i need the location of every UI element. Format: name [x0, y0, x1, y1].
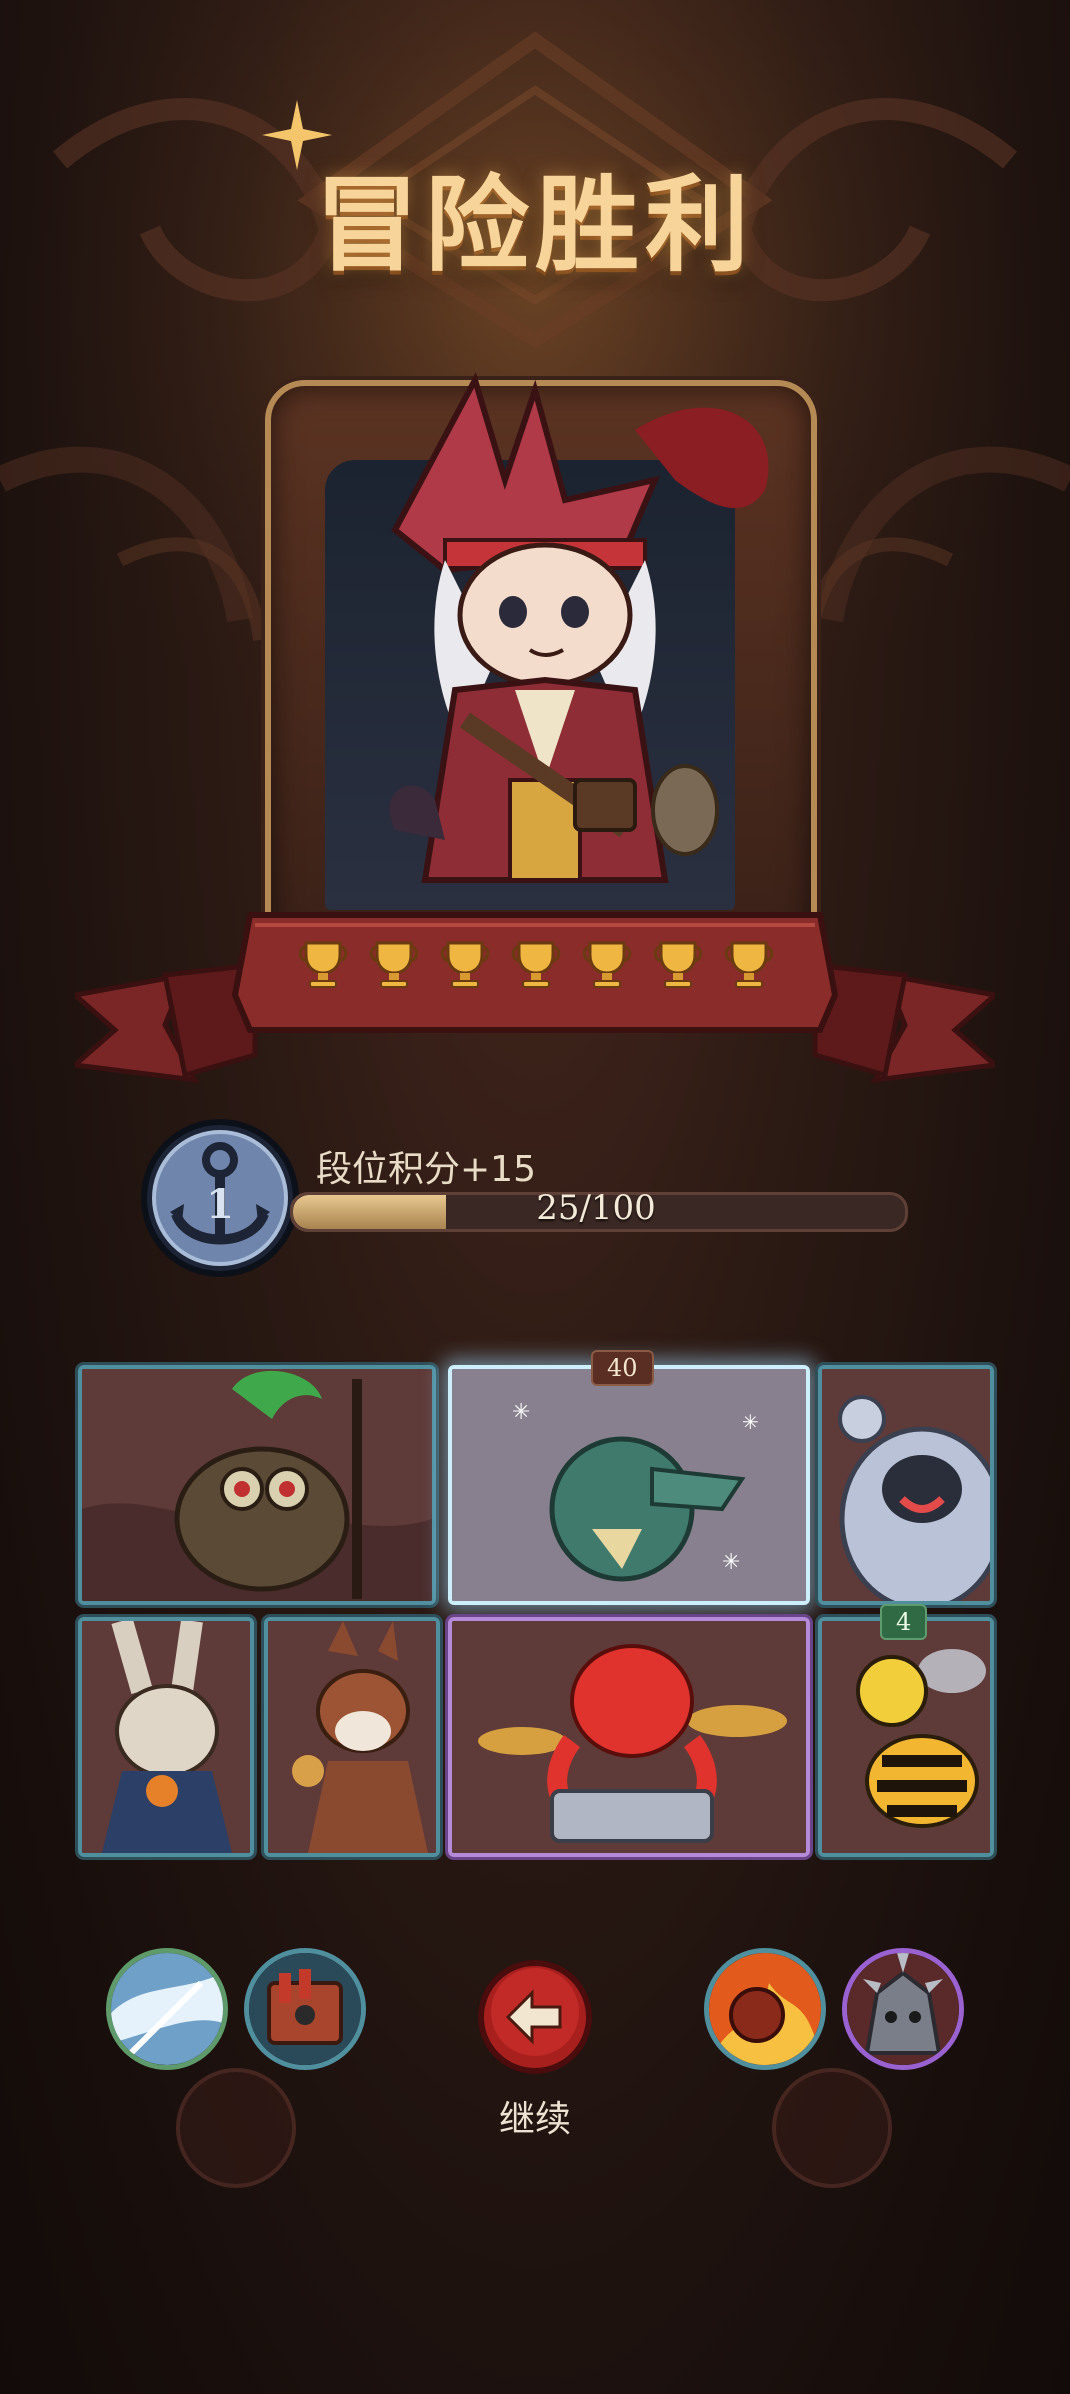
- rank-badge-anchor-icon: 1: [141, 1119, 299, 1277]
- trophy-ribbon: [75, 912, 995, 1084]
- trophy-icon: [653, 941, 703, 988]
- crocodile-level-tag: 40: [591, 1350, 654, 1386]
- svg-text:✳: ✳: [512, 1400, 530, 1425]
- hero-portrait: [245, 372, 825, 952]
- bee-level-tag: 4: [880, 1604, 928, 1640]
- trophy-icon: [440, 941, 490, 988]
- fire-punch-ability-icon[interactable]: [704, 1948, 826, 2070]
- squirrel-card[interactable]: [264, 1617, 440, 1857]
- svg-text:✳: ✳: [722, 1550, 740, 1575]
- pirate-hero-illustration: [389, 372, 769, 883]
- ice-slash-ability-icon[interactable]: [106, 1948, 228, 2070]
- crocodile-card[interactable]: ✳ ✳ ✳: [448, 1365, 810, 1605]
- scarecrow-rabbit-card[interactable]: [78, 1617, 254, 1857]
- rank-progress-text: 25/100: [536, 1188, 656, 1228]
- octopus-drummer-card[interactable]: [448, 1617, 810, 1857]
- victory-title: 冒险胜利: [314, 163, 755, 286]
- rank-tier-numeral: 1: [206, 1181, 234, 1228]
- continue-button[interactable]: [478, 1960, 592, 2074]
- dynamite-crate-ability-icon[interactable]: [244, 1948, 366, 2070]
- svg-text:✳: ✳: [742, 1410, 759, 1434]
- spiked-helmet-ability-icon[interactable]: [842, 1948, 964, 2070]
- bee-card[interactable]: [818, 1617, 994, 1857]
- rank-points-label: 段位积分+15: [316, 1149, 536, 1190]
- trophy-row: [296, 937, 776, 997]
- trophy-icon: [369, 941, 419, 988]
- continue-label[interactable]: 继续: [0, 2090, 1070, 2142]
- trophy-icon: [582, 941, 632, 988]
- voodoo-owl-card[interactable]: [78, 1365, 436, 1605]
- trophy-icon: [511, 941, 561, 988]
- trophy-icon: [724, 941, 774, 988]
- yeti-card[interactable]: [818, 1365, 994, 1605]
- trophy-icon: [298, 941, 348, 988]
- empty-ability-slot: [772, 2068, 892, 2188]
